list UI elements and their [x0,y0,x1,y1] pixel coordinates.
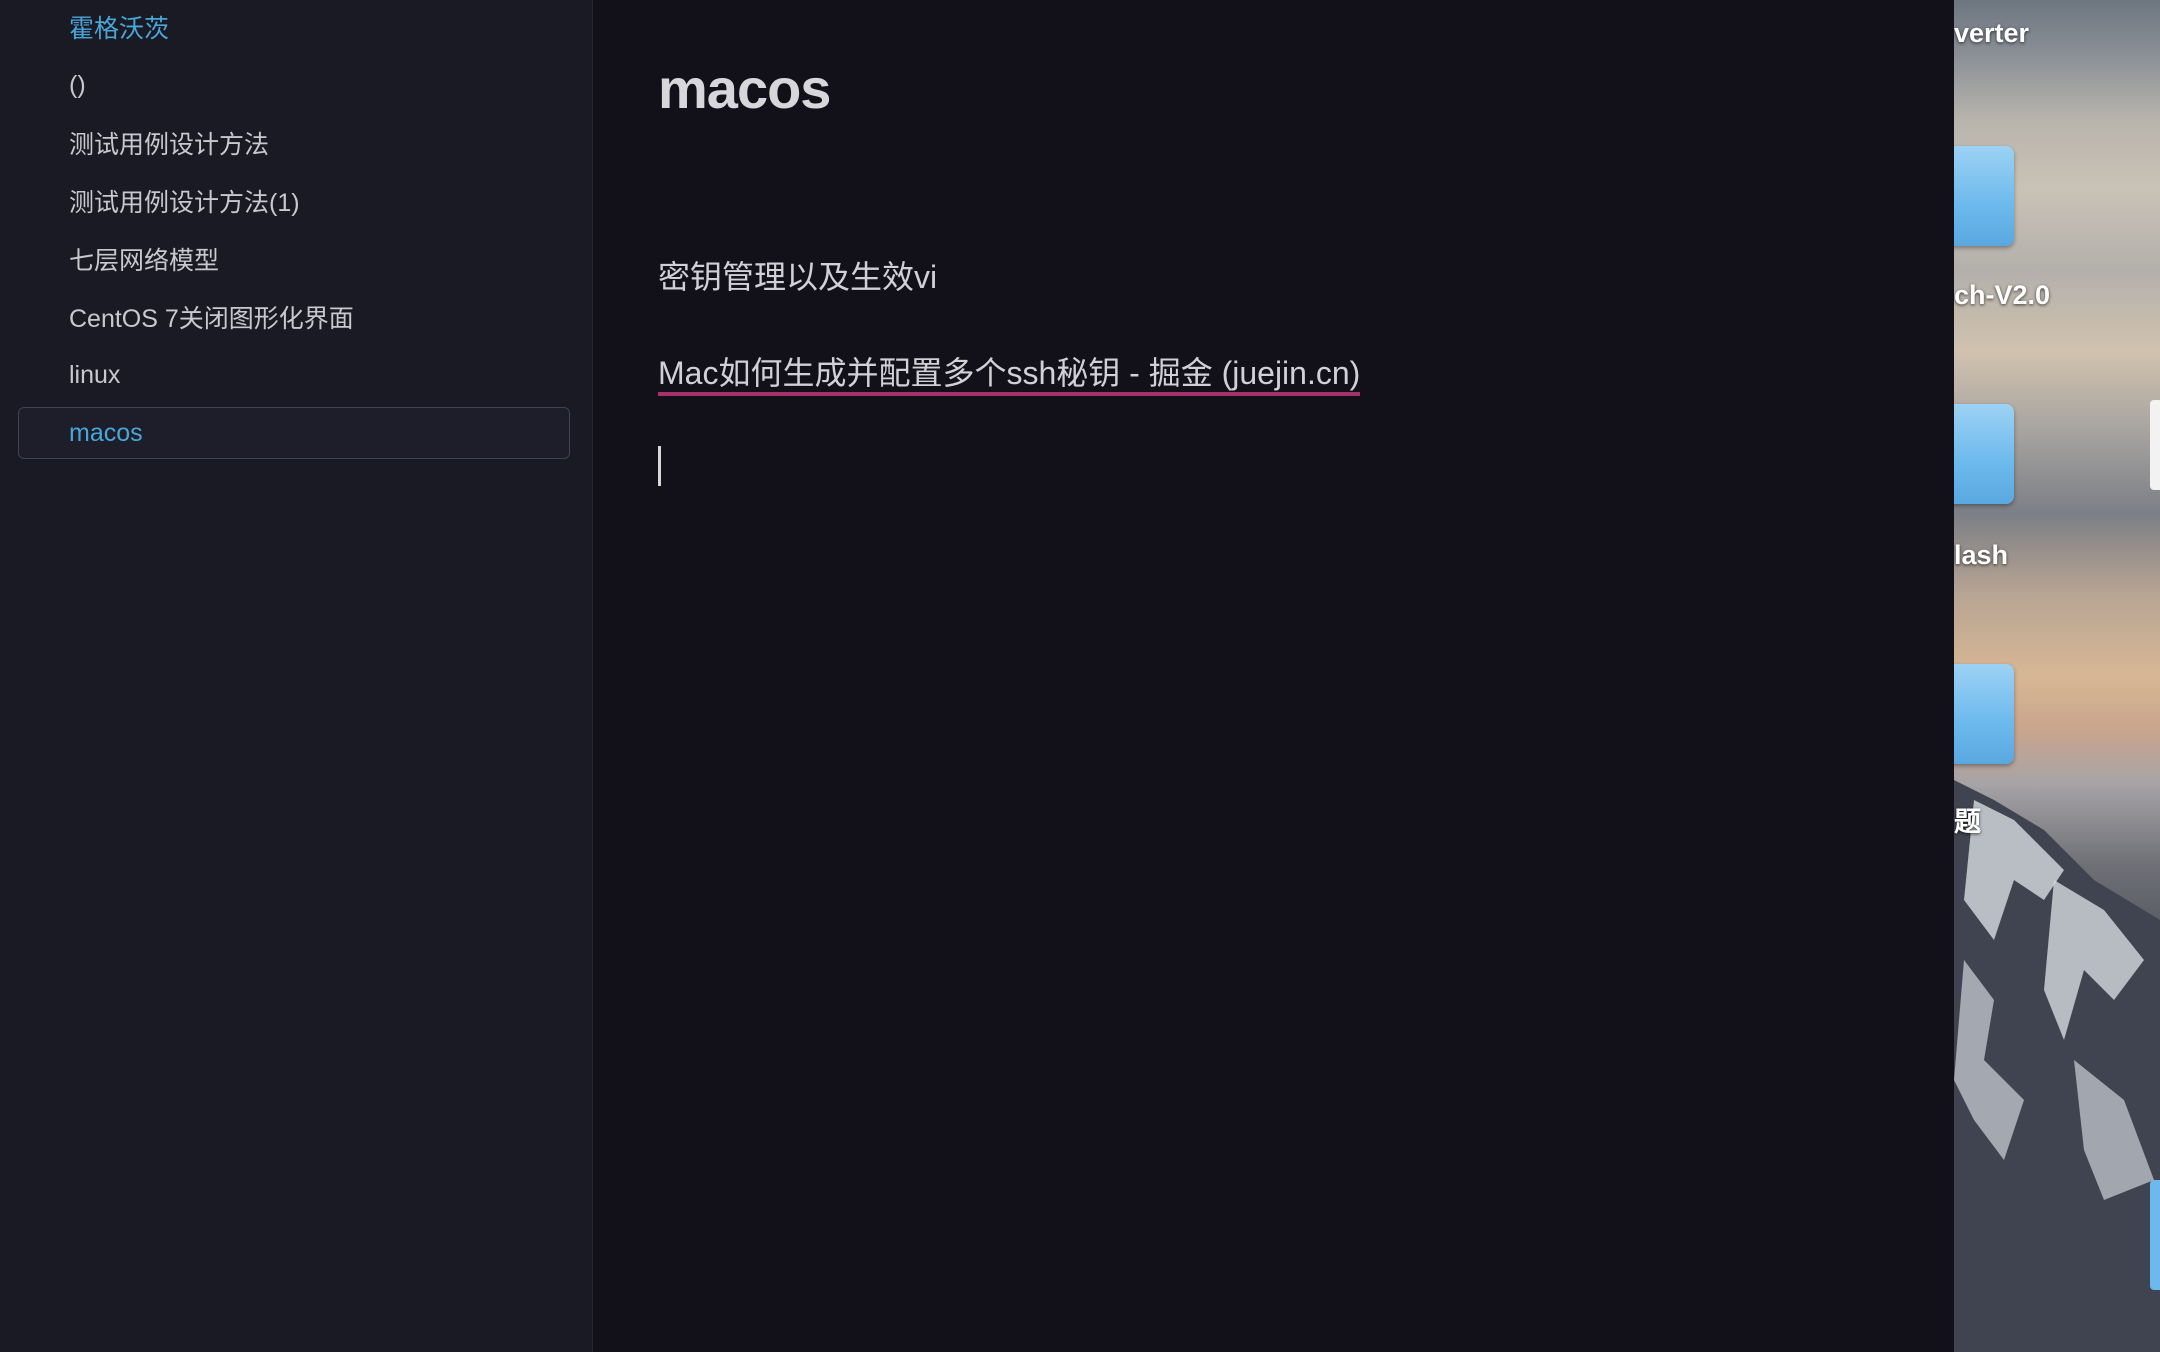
desktop-item-label: lash [1954,540,2009,570]
sidebar-item-macos[interactable]: macos [18,407,570,459]
desktop-wallpaper: verter ch-V2.0 lash 题 [1954,0,2160,1352]
sidebar: 霍格沃茨 () 测试用例设计方法 测试用例设计方法(1) 七层网络模型 Cent… [0,0,593,1352]
folder-icon[interactable] [1954,664,2014,764]
editor-paragraph-link: Mac如何生成并配置多个ssh秘钥 - 掘金 (juejin.cn) [658,348,1361,396]
sidebar-item-osi-model[interactable]: 七层网络模型 [18,233,570,285]
sidebar-item-hogwarts[interactable]: 霍格沃茨 [18,1,570,53]
sidebar-item-test-case-design-1[interactable]: 测试用例设计方法(1) [18,175,570,227]
juejin-link[interactable]: Mac如何生成并配置多个ssh秘钥 - 掘金 (juejin.cn) [658,355,1361,396]
folder-icon[interactable] [1954,404,2014,504]
sidebar-item-label: macos [69,418,143,447]
desktop-item-label: verter [1954,18,2030,48]
sidebar-item-centos[interactable]: CentOS 7关闭图形化界面 [18,291,570,343]
desktop-item-label: ch-V2.0 [1954,280,2051,310]
text-cursor [658,446,661,486]
editor-paragraph[interactable]: 密钥管理以及生效vi [658,252,937,298]
desktop-file-icon[interactable] [2150,400,2160,490]
sidebar-item-parentheses[interactable]: () [18,59,570,111]
sidebar-item-label: linux [69,360,121,389]
sidebar-item-linux[interactable]: linux [18,349,570,401]
folder-icon[interactable] [1954,146,2014,246]
sidebar-item-label: 测试用例设计方法 [69,131,270,159]
sidebar-item-label: 测试用例设计方法(1) [69,189,300,217]
sidebar-item-test-case-design[interactable]: 测试用例设计方法 [18,117,570,169]
sidebar-item-label: 七层网络模型 [69,247,220,275]
sidebar-item-label: CentOS 7关闭图形化界面 [69,305,354,333]
editor[interactable] [593,0,1954,1352]
sidebar-item-label: 霍格沃茨 [69,15,170,43]
document-list: 霍格沃茨 () 测试用例设计方法 测试用例设计方法(1) 七层网络模型 Cent… [0,0,592,465]
desktop-item-label: 题 [1954,807,1981,837]
sidebar-item-label: () [69,70,86,99]
notes-app-window: 霍格沃茨 () 测试用例设计方法 测试用例设计方法(1) 七层网络模型 Cent… [0,0,1954,1352]
document-title[interactable]: macos [658,56,831,121]
desktop-file-icon[interactable] [2150,1180,2160,1290]
